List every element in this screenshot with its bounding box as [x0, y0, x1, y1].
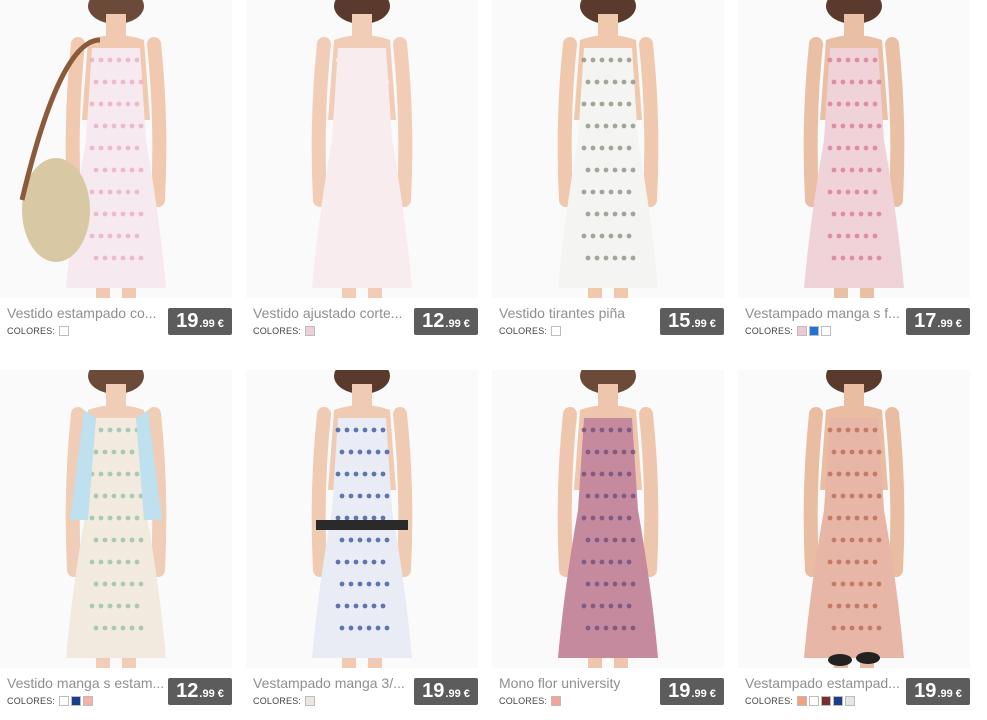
product-card[interactable]: Vestampado estampad... COLORES: 19.99 €	[738, 370, 970, 720]
product-card[interactable]: Vestido estampado co... COLORES: 19.99 €	[0, 0, 232, 350]
price-decimal: .99	[199, 318, 215, 330]
color-options: COLORES:	[499, 324, 563, 338]
color-swatch[interactable]	[797, 326, 808, 336]
price-integer: 17	[914, 310, 937, 332]
color-swatch[interactable]	[821, 326, 832, 336]
product-photo-illustration	[0, 370, 232, 668]
product-image[interactable]	[738, 0, 970, 298]
colors-label: COLORES:	[7, 326, 56, 336]
product-card[interactable]: Mono flor university COLORES: 19.99 €	[492, 370, 724, 720]
color-options: COLORES:	[7, 694, 95, 708]
color-swatch[interactable]	[59, 696, 70, 706]
price-integer: 12	[176, 680, 199, 702]
color-swatch[interactable]	[821, 696, 832, 706]
product-image[interactable]	[738, 370, 970, 668]
color-swatch[interactable]	[59, 326, 70, 336]
price-currency: €	[463, 318, 470, 330]
price-currency: €	[217, 318, 224, 330]
price-decimal: .99	[199, 688, 215, 700]
color-options: COLORES:	[7, 324, 71, 338]
colors-label: COLORES:	[253, 696, 302, 706]
color-swatch[interactable]	[797, 696, 808, 706]
color-swatch[interactable]	[305, 326, 316, 336]
color-options: COLORES:	[253, 324, 317, 338]
color-options: COLORES:	[253, 694, 317, 708]
product-image[interactable]	[0, 0, 232, 298]
price-integer: 19	[422, 680, 445, 702]
product-photo-illustration	[738, 0, 970, 298]
price-badge: 15.99 €	[660, 308, 724, 335]
color-options: COLORES:	[745, 694, 857, 708]
product-image[interactable]	[492, 0, 724, 298]
product-title[interactable]: Vestido tirantes piña	[499, 304, 657, 322]
colors-label: COLORES:	[253, 326, 302, 336]
product-photo-illustration	[492, 370, 724, 668]
product-title[interactable]: Vestampado estampad...	[745, 674, 903, 692]
price-currency: €	[217, 688, 224, 700]
color-swatch[interactable]	[551, 326, 562, 336]
product-photo-illustration	[492, 0, 724, 298]
product-image[interactable]	[492, 370, 724, 668]
price-integer: 19	[914, 680, 937, 702]
color-options: COLORES:	[499, 694, 563, 708]
price-integer: 19	[668, 680, 691, 702]
color-swatch[interactable]	[809, 696, 820, 706]
price-badge: 19.99 €	[414, 678, 478, 705]
price-decimal: .99	[937, 318, 953, 330]
price-decimal: .99	[445, 688, 461, 700]
price-badge: 19.99 €	[660, 678, 724, 705]
price-integer: 12	[422, 310, 445, 332]
color-swatch[interactable]	[83, 696, 94, 706]
product-title[interactable]: Vestampado manga 3/...	[253, 674, 411, 692]
price-currency: €	[955, 688, 962, 700]
colors-label: COLORES:	[745, 696, 794, 706]
product-title[interactable]: Vestido estampado co...	[7, 304, 165, 322]
color-swatch[interactable]	[845, 696, 856, 706]
colors-label: COLORES:	[745, 326, 794, 336]
price-decimal: .99	[445, 318, 461, 330]
product-image[interactable]	[246, 0, 478, 298]
color-swatch[interactable]	[305, 696, 316, 706]
price-decimal: .99	[691, 688, 707, 700]
product-image[interactable]	[246, 370, 478, 668]
price-badge: 19.99 €	[168, 308, 232, 335]
product-photo-illustration	[246, 370, 478, 668]
price-currency: €	[463, 688, 470, 700]
color-swatch[interactable]	[833, 696, 844, 706]
price-integer: 15	[668, 310, 691, 332]
product-grid: Vestido estampado co... COLORES: 19.99 € Ve…	[0, 0, 987, 716]
product-card[interactable]: Vestampado manga s f... COLORES: 17.99 €	[738, 0, 970, 350]
colors-label: COLORES:	[7, 696, 56, 706]
product-title[interactable]: Vestido manga s estam...	[7, 674, 165, 692]
price-decimal: .99	[691, 318, 707, 330]
product-card[interactable]: Vestampado manga 3/... COLORES: 19.99 €	[246, 370, 478, 720]
product-title[interactable]: Vestampado manga s f...	[745, 304, 903, 322]
product-title[interactable]: Mono flor university	[499, 674, 657, 692]
product-card[interactable]: Vestido manga s estam... COLORES: 12.99 €	[0, 370, 232, 720]
price-badge: 12.99 €	[414, 308, 478, 335]
price-integer: 19	[176, 310, 199, 332]
price-currency: €	[709, 318, 716, 330]
product-photo-illustration	[246, 0, 478, 298]
color-swatch[interactable]	[71, 696, 82, 706]
color-swatch[interactable]	[809, 326, 820, 336]
color-swatch[interactable]	[551, 696, 562, 706]
product-photo-illustration	[738, 370, 970, 668]
price-currency: €	[709, 688, 716, 700]
product-card[interactable]: Vestido ajustado corte... COLORES: 12.99 €	[246, 0, 478, 350]
colors-label: COLORES:	[499, 696, 548, 706]
product-image[interactable]	[0, 370, 232, 668]
product-title[interactable]: Vestido ajustado corte...	[253, 304, 411, 322]
price-badge: 19.99 €	[906, 678, 970, 705]
price-badge: 17.99 €	[906, 308, 970, 335]
color-options: COLORES:	[745, 324, 833, 338]
product-card[interactable]: Vestido tirantes piña COLORES: 15.99 €	[492, 0, 724, 350]
price-decimal: .99	[937, 688, 953, 700]
colors-label: COLORES:	[499, 326, 548, 336]
price-badge: 12.99 €	[168, 678, 232, 705]
price-currency: €	[955, 318, 962, 330]
product-photo-illustration	[0, 0, 232, 298]
